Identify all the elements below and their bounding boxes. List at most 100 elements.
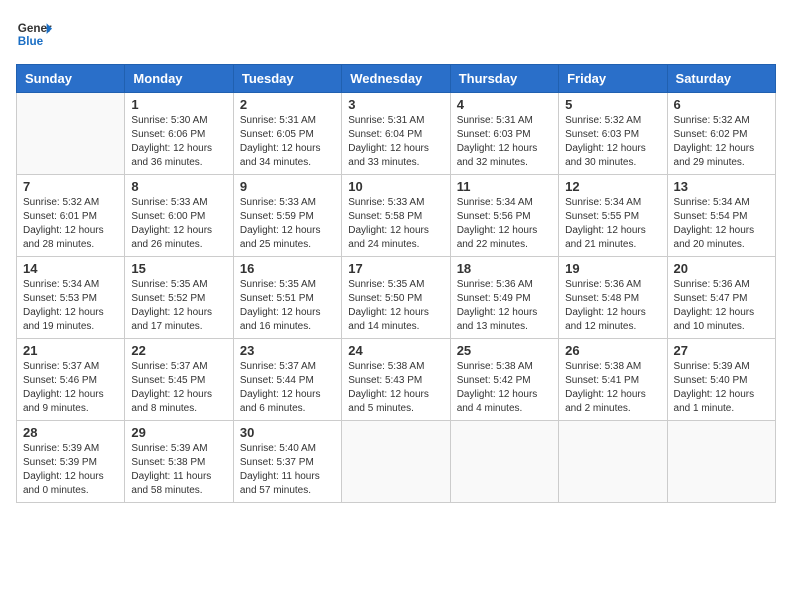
day-content: Sunrise: 5:36 AM Sunset: 5:47 PM Dayligh… [674,278,769,334]
day-number: 4 [457,97,552,112]
header-monday: Monday [125,65,233,93]
day-content: Sunrise: 5:39 AM Sunset: 5:39 PM Dayligh… [23,442,118,498]
calendar-cell: 1 Sunrise: 5:30 AM Sunset: 6:06 PM Daylig… [125,93,233,175]
day-content: Sunrise: 5:37 AM Sunset: 5:44 PM Dayligh… [240,360,335,416]
calendar-cell: 8 Sunrise: 5:33 AM Sunset: 6:00 PM Daylig… [125,175,233,257]
page-header: General Blue [16,16,776,52]
calendar-cell: 6 Sunrise: 5:32 AM Sunset: 6:02 PM Daylig… [667,93,775,175]
day-content: Sunrise: 5:38 AM Sunset: 5:41 PM Dayligh… [565,360,660,416]
day-number: 8 [131,179,226,194]
day-content: Sunrise: 5:34 AM Sunset: 5:55 PM Dayligh… [565,196,660,252]
day-content: Sunrise: 5:39 AM Sunset: 5:38 PM Dayligh… [131,442,226,498]
calendar-cell: 9 Sunrise: 5:33 AM Sunset: 5:59 PM Daylig… [233,175,341,257]
header-saturday: Saturday [667,65,775,93]
day-number: 14 [23,261,118,276]
day-content: Sunrise: 5:35 AM Sunset: 5:52 PM Dayligh… [131,278,226,334]
day-number: 23 [240,343,335,358]
header-friday: Friday [559,65,667,93]
day-number: 19 [565,261,660,276]
calendar-cell: 4 Sunrise: 5:31 AM Sunset: 6:03 PM Daylig… [450,93,558,175]
day-number: 24 [348,343,443,358]
calendar-cell: 22 Sunrise: 5:37 AM Sunset: 5:45 PM Dayli… [125,339,233,421]
calendar-cell: 21 Sunrise: 5:37 AM Sunset: 5:46 PM Dayli… [17,339,125,421]
calendar-cell: 19 Sunrise: 5:36 AM Sunset: 5:48 PM Dayli… [559,257,667,339]
day-number: 13 [674,179,769,194]
logo: General Blue [16,16,52,52]
day-content: Sunrise: 5:33 AM Sunset: 5:58 PM Dayligh… [348,196,443,252]
calendar-cell: 13Sunrise: 5:34 AM Sunset: 5:54 PM Dayli… [667,175,775,257]
day-number: 30 [240,425,335,440]
day-content: Sunrise: 5:31 AM Sunset: 6:05 PM Dayligh… [240,114,335,170]
day-content: Sunrise: 5:33 AM Sunset: 6:00 PM Dayligh… [131,196,226,252]
calendar-cell [342,421,450,503]
day-content: Sunrise: 5:37 AM Sunset: 5:46 PM Dayligh… [23,360,118,416]
calendar-cell: 3 Sunrise: 5:31 AM Sunset: 6:04 PM Daylig… [342,93,450,175]
day-content: Sunrise: 5:40 AM Sunset: 5:37 PM Dayligh… [240,442,335,498]
day-number: 27 [674,343,769,358]
day-content: Sunrise: 5:30 AM Sunset: 6:06 PM Dayligh… [131,114,226,170]
calendar-cell: 10 Sunrise: 5:33 AM Sunset: 5:58 PM Dayli… [342,175,450,257]
header-thursday: Thursday [450,65,558,93]
logo-icon: General Blue [16,16,52,52]
day-content: Sunrise: 5:38 AM Sunset: 5:42 PM Dayligh… [457,360,552,416]
calendar-week-1: 1 Sunrise: 5:30 AM Sunset: 6:06 PM Daylig… [17,93,776,175]
calendar-cell: 23 Sunrise: 5:37 AM Sunset: 5:44 PM Dayli… [233,339,341,421]
calendar-cell: 20 Sunrise: 5:36 AM Sunset: 5:47 PM Dayli… [667,257,775,339]
calendar-cell [450,421,558,503]
calendar-cell: 2 Sunrise: 5:31 AM Sunset: 6:05 PM Daylig… [233,93,341,175]
day-number: 16 [240,261,335,276]
day-content: Sunrise: 5:32 AM Sunset: 6:03 PM Dayligh… [565,114,660,170]
calendar-cell [559,421,667,503]
calendar-cell: 24 Sunrise: 5:38 AM Sunset: 5:43 PM Dayli… [342,339,450,421]
day-number: 20 [674,261,769,276]
calendar-cell: 26 Sunrise: 5:38 AM Sunset: 5:41 PM Dayli… [559,339,667,421]
day-content: Sunrise: 5:38 AM Sunset: 5:43 PM Dayligh… [348,360,443,416]
calendar-cell: 28 Sunrise: 5:39 AM Sunset: 5:39 PM Dayli… [17,421,125,503]
day-content: Sunrise: 5:36 AM Sunset: 5:49 PM Dayligh… [457,278,552,334]
day-content: Sunrise: 5:31 AM Sunset: 6:04 PM Dayligh… [348,114,443,170]
day-content: Sunrise: 5:31 AM Sunset: 6:03 PM Dayligh… [457,114,552,170]
day-number: 2 [240,97,335,112]
calendar-week-4: 21 Sunrise: 5:37 AM Sunset: 5:46 PM Dayli… [17,339,776,421]
day-content: Sunrise: 5:34 AM Sunset: 5:53 PM Dayligh… [23,278,118,334]
calendar-cell: 27 Sunrise: 5:39 AM Sunset: 5:40 PM Dayli… [667,339,775,421]
day-number: 6 [674,97,769,112]
calendar-cell: 5 Sunrise: 5:32 AM Sunset: 6:03 PM Daylig… [559,93,667,175]
calendar-cell: 16 Sunrise: 5:35 AM Sunset: 5:51 PM Dayli… [233,257,341,339]
calendar-cell: 18 Sunrise: 5:36 AM Sunset: 5:49 PM Dayli… [450,257,558,339]
day-number: 18 [457,261,552,276]
day-content: Sunrise: 5:32 AM Sunset: 6:02 PM Dayligh… [674,114,769,170]
day-number: 9 [240,179,335,194]
day-content: Sunrise: 5:36 AM Sunset: 5:48 PM Dayligh… [565,278,660,334]
day-content: Sunrise: 5:32 AM Sunset: 6:01 PM Dayligh… [23,196,118,252]
calendar-cell: 14 Sunrise: 5:34 AM Sunset: 5:53 PM Dayli… [17,257,125,339]
calendar-body: 1 Sunrise: 5:30 AM Sunset: 6:06 PM Daylig… [17,93,776,503]
day-content: Sunrise: 5:35 AM Sunset: 5:51 PM Dayligh… [240,278,335,334]
calendar-cell: 25Sunrise: 5:38 AM Sunset: 5:42 PM Dayli… [450,339,558,421]
header-sunday: Sunday [17,65,125,93]
day-number: 21 [23,343,118,358]
day-number: 10 [348,179,443,194]
calendar-cell: 7Sunrise: 5:32 AM Sunset: 6:01 PM Daylig… [17,175,125,257]
day-number: 22 [131,343,226,358]
calendar-cell: 12Sunrise: 5:34 AM Sunset: 5:55 PM Dayli… [559,175,667,257]
calendar-table: SundayMondayTuesdayWednesdayThursdayFrid… [16,64,776,503]
day-content: Sunrise: 5:37 AM Sunset: 5:45 PM Dayligh… [131,360,226,416]
calendar-cell [667,421,775,503]
day-number: 29 [131,425,226,440]
calendar-cell: 15 Sunrise: 5:35 AM Sunset: 5:52 PM Dayli… [125,257,233,339]
day-content: Sunrise: 5:39 AM Sunset: 5:40 PM Dayligh… [674,360,769,416]
day-content: Sunrise: 5:33 AM Sunset: 5:59 PM Dayligh… [240,196,335,252]
day-number: 5 [565,97,660,112]
day-number: 17 [348,261,443,276]
day-number: 1 [131,97,226,112]
day-number: 3 [348,97,443,112]
header-wednesday: Wednesday [342,65,450,93]
day-number: 15 [131,261,226,276]
header-tuesday: Tuesday [233,65,341,93]
day-number: 28 [23,425,118,440]
calendar-week-3: 14 Sunrise: 5:34 AM Sunset: 5:53 PM Dayli… [17,257,776,339]
calendar-cell: 30 Sunrise: 5:40 AM Sunset: 5:37 PM Dayli… [233,421,341,503]
day-number: 26 [565,343,660,358]
calendar-week-2: 7Sunrise: 5:32 AM Sunset: 6:01 PM Daylig… [17,175,776,257]
